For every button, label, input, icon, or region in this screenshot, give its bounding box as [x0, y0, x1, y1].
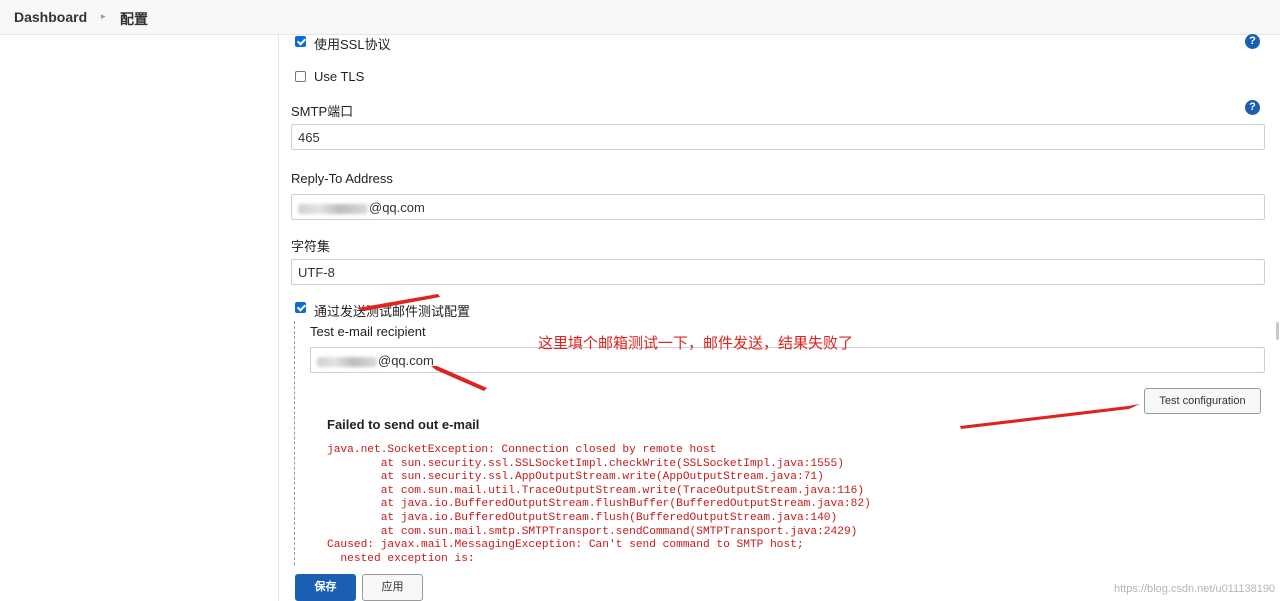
trace-line: at com.sun.mail.smtp.SMTPTransport.sendC… [327, 525, 858, 538]
annotation-text: 这里填个邮箱测试一下，邮件发送，结果失败了 [538, 335, 854, 352]
breadcrumb-dashboard[interactable]: Dashboard [14, 9, 87, 25]
annotation-arrow [960, 404, 1140, 429]
trace-line: at com.sun.mail.util.TraceOutputStream.w… [327, 484, 865, 497]
use-ssl-checkbox[interactable] [295, 36, 306, 47]
redacted-text [317, 356, 377, 367]
test-config-checkbox[interactable] [295, 302, 306, 313]
test-recipient-value: @qq.com [378, 353, 434, 368]
trace-line: at java.io.BufferedOutputStream.flushBuf… [327, 498, 871, 511]
charset-input[interactable]: UTF-8 [291, 259, 1265, 285]
use-tls-checkbox[interactable] [295, 71, 306, 82]
trace-line: Caused: javax.mail.MessagingException: C… [327, 539, 804, 552]
chevron-right-icon: ▸ [101, 11, 106, 21]
test-config-label: 通过发送测试邮件测试配置 [314, 304, 471, 319]
test-recipient-label: Test e-mail recipient [310, 324, 426, 339]
breadcrumb-bar: Dashboard ▸ 配置 [0, 0, 1280, 35]
use-tls-label: Use TLS [314, 69, 365, 84]
reply-to-label: Reply-To Address [291, 171, 393, 186]
trace-line: at sun.security.ssl.AppOutputStream.writ… [327, 471, 824, 484]
help-icon[interactable]: ? [1245, 100, 1260, 115]
watermark: https://blog.csdn.net/u011138190 [1114, 583, 1276, 595]
reply-to-input[interactable]: @qq.com [291, 194, 1265, 220]
trace-line: nested exception is: [327, 552, 475, 565]
side-panel [0, 35, 279, 601]
test-configuration-button[interactable]: Test configuration [1144, 388, 1261, 414]
error-title: Failed to send out e-mail [327, 417, 480, 432]
trace-line: java.net.SocketException: Connection clo… [327, 444, 717, 456]
trace-line: at java.io.BufferedOutputStream.flush(Bu… [327, 511, 838, 524]
trace-line: at sun.security.ssl.SSLSocketImpl.checkW… [327, 457, 844, 470]
section-divider [294, 321, 295, 565]
save-button[interactable]: 保存 [295, 574, 356, 601]
error-trace: java.net.SocketException: Connection clo… [327, 444, 871, 566]
breadcrumb-page[interactable]: 配置 [120, 9, 148, 29]
apply-button[interactable]: 应用 [362, 574, 423, 601]
redacted-text [298, 203, 368, 214]
reply-to-value: @qq.com [369, 200, 425, 215]
help-icon[interactable]: ? [1245, 34, 1260, 49]
charset-label: 字符集 [291, 239, 331, 254]
scrollbar-thumb[interactable] [1276, 322, 1279, 340]
smtp-port-input[interactable]: 465 [291, 124, 1265, 150]
smtp-port-label: SMTP端口 [291, 104, 354, 119]
use-ssl-label: 使用SSL协议 [314, 37, 391, 52]
